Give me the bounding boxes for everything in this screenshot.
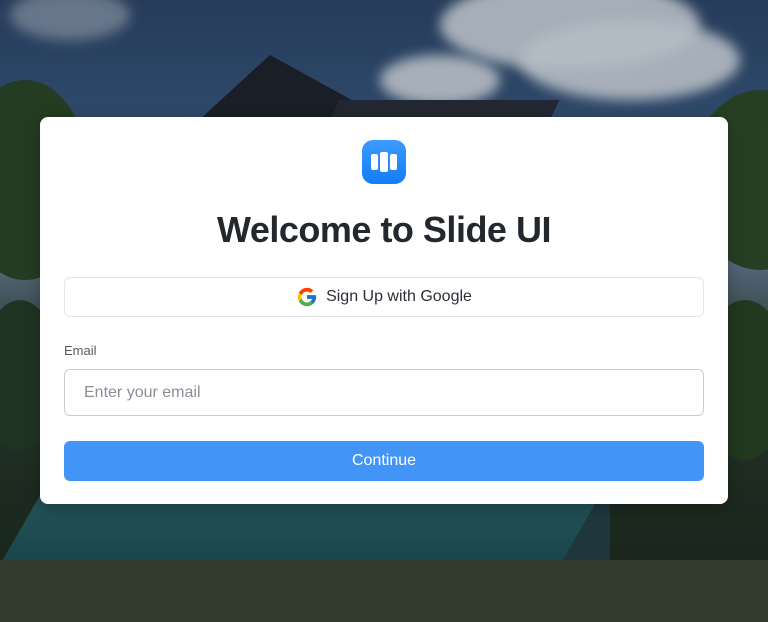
email-input[interactable] (64, 369, 704, 416)
continue-button[interactable]: Continue (64, 441, 704, 481)
google-g-icon (296, 286, 318, 308)
google-signup-button[interactable]: Sign Up with Google (64, 277, 704, 317)
google-signup-label: Sign Up with Google (326, 288, 472, 305)
signup-card: Welcome to Slide UI Sign Up with Google … (40, 117, 728, 504)
email-label: Email (64, 343, 97, 358)
slide-ui-logo-icon (362, 140, 406, 184)
page-title: Welcome to Slide UI (217, 209, 551, 250)
